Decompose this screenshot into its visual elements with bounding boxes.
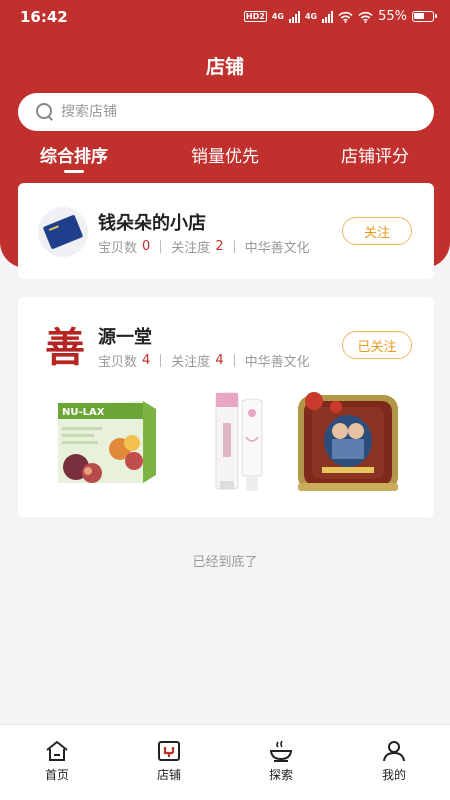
nav-explore[interactable]: 探索 [246,739,316,783]
shop-card[interactable]: 善 源一堂 宝贝数 4 关注度 4 中华善文化 已关注 NU-LAX [18,297,434,517]
bottom-nav: 首页 店铺 探索 我的 [0,724,450,800]
network-type-1: 4G [271,11,284,21]
nav-shop[interactable]: 店铺 [134,739,204,783]
search-icon [36,103,54,121]
signal-icon [322,10,334,23]
book-icon [42,214,84,250]
battery-percent: 55% [378,9,407,24]
explore-icon [269,740,293,762]
shop-meta: 宝贝数 4 关注度 4 中华善文化 [98,351,310,370]
product-thumbnails: NU-LAX [48,387,408,497]
shop-logo: 善 [45,324,85,371]
follow-label: 关注度 [171,241,211,256]
follow-label: 关注度 [171,355,211,370]
nav-profile[interactable]: 我的 [359,739,429,783]
divider [233,354,235,367]
nav-label: 探索 [268,768,293,782]
wifi-icon [358,11,373,23]
tab-rating[interactable]: 店铺评分 [341,142,409,167]
product-brand-text: NU-LAX [62,407,105,418]
shop-category: 中华善文化 [244,241,310,256]
shop-category: 中华善文化 [244,355,310,370]
home-icon [46,741,68,761]
follow-button[interactable]: 关注 [342,217,412,245]
nav-label: 首页 [44,768,69,782]
follow-count: 4 [215,353,224,368]
items-count: 0 [142,239,151,254]
search-input[interactable] [61,104,391,120]
profile-icon [383,741,405,762]
divider [160,240,162,253]
page-title: 店铺 [205,56,244,78]
active-tab-indicator [64,170,84,173]
items-count: 4 [142,353,151,368]
nav-label: 店铺 [156,768,181,782]
nav-home[interactable]: 首页 [22,739,92,783]
status-time: 16:42 [20,8,68,26]
follow-count: 2 [215,239,224,254]
sort-tabs: 综合排序 销量优先 店铺评分 [0,142,450,178]
hd-icon: HD2 [243,11,267,22]
status-icons: HD2 4G 4G 55% [243,9,437,24]
end-of-list-note: 已经到底了 [192,555,258,570]
items-label: 宝贝数 [98,241,138,256]
shop-name: 源一堂 [98,327,152,348]
divider [233,240,235,253]
network-type-2: 4G [304,11,318,21]
shop-card[interactable]: 钱朵朵的小店 宝贝数 0 关注度 2 中华善文化 关注 [18,183,434,279]
wifi-icon [338,11,353,23]
signal-icon [288,10,300,23]
hd-badge-sub: 2 [259,12,265,21]
shop-meta: 宝贝数 0 关注度 2 中华善文化 [98,237,310,256]
battery-icon [412,11,437,22]
shop-icon [158,741,180,761]
items-label: 宝贝数 [98,355,138,370]
followed-button[interactable]: 已关注 [342,331,412,359]
tab-comprehensive[interactable]: 综合排序 [40,142,108,167]
product-image[interactable] [188,387,278,497]
divider [160,354,162,367]
tab-sales[interactable]: 销量优先 [191,142,259,167]
nav-label: 我的 [381,768,406,782]
shop-avatar [38,207,88,257]
logo-char: 善 [45,324,85,371]
search-bar[interactable] [18,93,434,131]
hd-badge-text: HD [245,12,260,21]
product-image[interactable]: NU-LAX [48,387,168,497]
product-image[interactable] [288,387,408,497]
status-bar: 16:42 HD2 4G 4G 55% [0,0,450,36]
shop-name: 钱朵朵的小店 [98,213,206,234]
